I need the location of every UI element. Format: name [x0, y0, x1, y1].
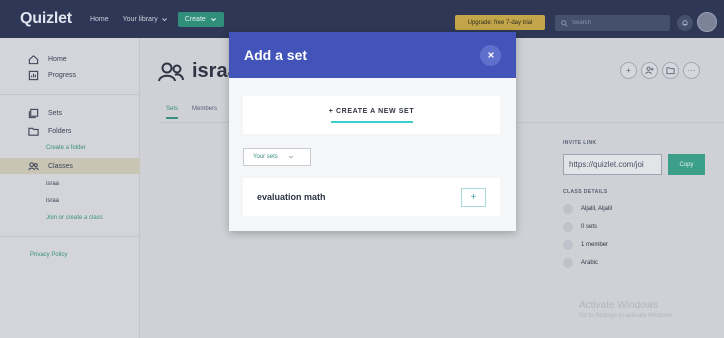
class-info-panel: INVITE LINK https://quizlet.com/joi Copy… [563, 140, 713, 268]
create-folder-link[interactable]: Create a folder [46, 145, 86, 151]
sets-icon [563, 222, 573, 232]
create-underline [330, 120, 413, 123]
chevron-down-icon [210, 17, 216, 21]
create-new-set-label: + CREATE A NEW SET [328, 107, 415, 115]
sidebar-item-sets[interactable]: Sets [28, 108, 62, 119]
sidebar-item-classes[interactable]: Classes [28, 161, 73, 172]
sidebar-item-label: Progress [48, 72, 77, 79]
set-name: evaluation math [257, 192, 326, 202]
more-options-button[interactable]: ··· [683, 62, 700, 79]
nav-library-dropdown[interactable]: Your library [123, 16, 168, 23]
plus-icon: + [470, 191, 477, 203]
create-new-set-button[interactable]: + CREATE A NEW SET [243, 96, 500, 134]
plus-icon: + [626, 66, 631, 75]
copy-link-button[interactable]: Copy [668, 154, 705, 175]
detail-school: Aljalil, Aljalil [563, 204, 713, 214]
sets-filter-label: Your sets [253, 154, 278, 160]
tab-members[interactable]: Members [192, 106, 217, 112]
add-member-icon [645, 66, 654, 75]
sidebar-item-home[interactable]: Home [28, 54, 67, 65]
sidebar-item-label: Folders [48, 128, 72, 135]
bell-icon [682, 20, 688, 26]
class-details-label: CLASS DETAILS [563, 189, 608, 195]
tab-sets[interactable]: Sets [166, 106, 179, 119]
class-tabs: Sets Members [166, 106, 217, 119]
add-set-button[interactable]: + [461, 187, 486, 207]
progress-icon [28, 70, 39, 81]
sidebar-divider [0, 94, 140, 95]
folder-icon [666, 67, 675, 75]
more-icon: ··· [687, 66, 696, 75]
sets-filter-dropdown[interactable]: Your sets [243, 148, 311, 166]
sidebar-item-label: Home [48, 56, 67, 63]
detail-text: 0 sets [581, 224, 598, 230]
detail-text: Aljalil, Aljalil [581, 206, 613, 212]
sidebar-class-item[interactable]: israa [46, 181, 59, 187]
modal-title: Add a set [244, 47, 308, 63]
sidebar-item-folders[interactable]: Folders [28, 126, 71, 137]
windows-activation-watermark: Activate Windows Go to Settings to activ… [579, 300, 674, 319]
classes-icon [28, 162, 39, 171]
sidebar-divider [0, 236, 140, 237]
detail-member-count: 1 member [563, 240, 713, 250]
search-bar[interactable] [555, 15, 670, 31]
sets-icon [28, 108, 39, 119]
search-input[interactable] [572, 20, 662, 26]
close-icon [487, 52, 494, 58]
set-list-item: evaluation math + [243, 178, 500, 216]
folder-icon [28, 127, 39, 136]
class-actions: + ··· [620, 62, 700, 79]
class-group-icon [158, 62, 184, 81]
language-icon [563, 258, 573, 268]
sidebar-item-label: Classes [48, 163, 73, 170]
create-button[interactable]: Create [177, 11, 224, 27]
nav-home-link[interactable]: Home [90, 16, 109, 23]
detail-language: Arabic [563, 258, 713, 268]
sidebar-item-progress[interactable]: Progress [28, 70, 76, 81]
add-folder-button[interactable] [662, 62, 679, 79]
create-button-label: Create [184, 15, 206, 23]
watermark-title: Activate Windows [579, 300, 658, 311]
quizlet-logo[interactable]: Quizlet [20, 10, 72, 28]
sidebar-class-item[interactable]: israa [46, 198, 59, 204]
sidebar: Home Progress Sets Folders Create a fold… [0, 38, 140, 338]
close-button[interactable] [480, 44, 501, 66]
member-icon [563, 240, 573, 250]
watermark-subtitle: Go to Settings to activate Windows. [579, 313, 674, 319]
upgrade-button[interactable]: Upgrade: free 7-day trial [455, 15, 545, 30]
user-avatar[interactable] [697, 12, 717, 32]
add-member-button[interactable] [641, 62, 658, 79]
invite-link-row: https://quizlet.com/joi Copy [563, 154, 713, 175]
page-header: israa [158, 60, 239, 83]
notifications-button[interactable] [677, 15, 693, 31]
search-icon [561, 19, 568, 27]
detail-sets-count: 0 sets [563, 222, 713, 232]
detail-text: 1 member [581, 242, 609, 248]
nav-library-label: Your library [122, 15, 158, 23]
detail-text: Arabic [581, 260, 599, 266]
chevron-down-icon [161, 17, 167, 21]
modal-header: Add a set [229, 32, 516, 78]
school-icon [563, 204, 573, 214]
chevron-down-icon [288, 155, 293, 159]
join-class-link[interactable]: Join or create a class [46, 215, 103, 221]
invite-link-label: INVITE LINK [563, 140, 597, 146]
sidebar-item-label: Sets [48, 110, 63, 117]
add-set-modal: Add a set + CREATE A NEW SET Your sets e… [229, 32, 516, 231]
invite-link-field[interactable]: https://quizlet.com/joi [563, 154, 662, 175]
home-icon [28, 55, 39, 65]
add-button[interactable]: + [620, 62, 637, 79]
privacy-policy-link[interactable]: Privacy Policy [30, 252, 67, 258]
